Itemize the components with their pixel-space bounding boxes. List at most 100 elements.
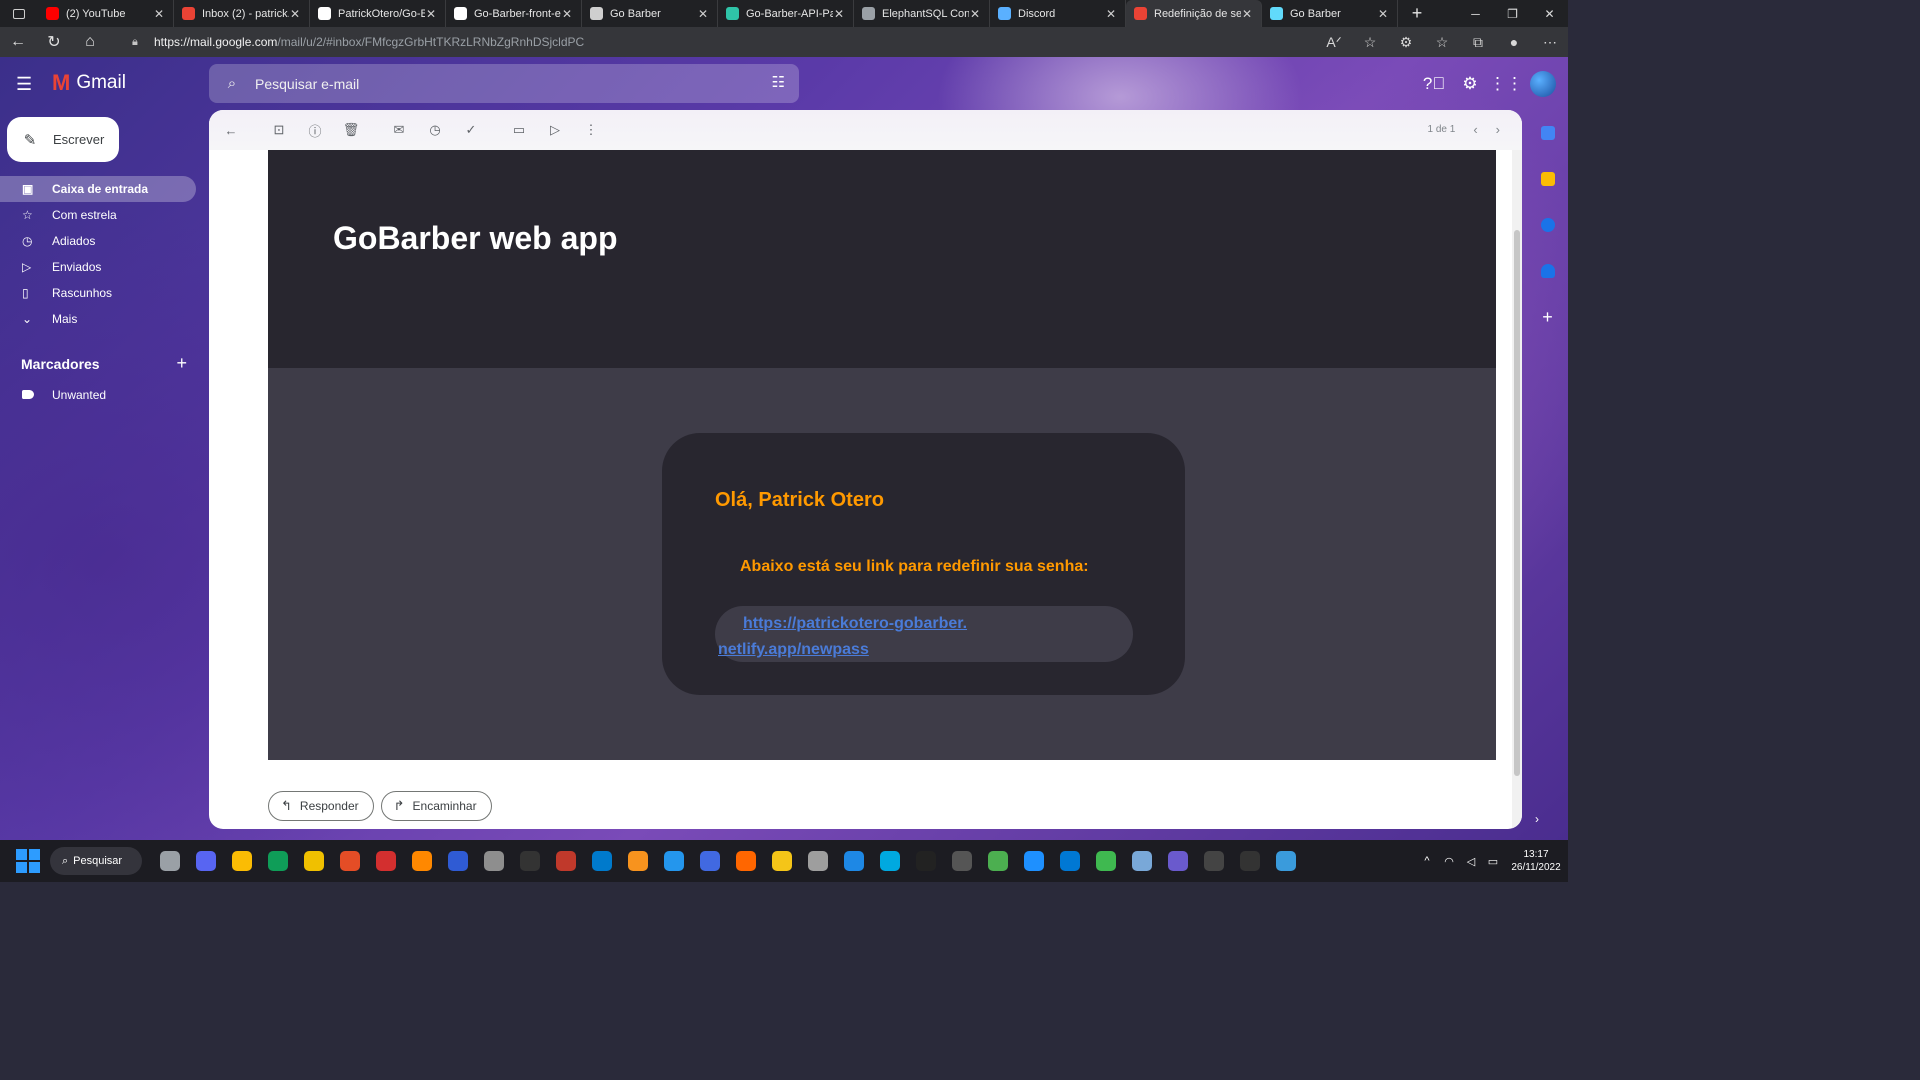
home-icon[interactable]: ⌂ [72,27,108,57]
calendar-icon[interactable] [1527,110,1568,156]
close-tab-icon[interactable]: ✕ [1105,7,1117,21]
delete-icon[interactable]: 🗑︎ [333,115,369,145]
close-tab-icon[interactable]: ✕ [425,7,437,21]
add-task-icon[interactable]: ✓ [453,115,489,145]
forward-button[interactable]: ↱ Encaminhar [380,791,492,821]
close-tab-icon[interactable]: ✕ [697,7,709,21]
reply-button[interactable]: ↰ Responder [268,791,374,821]
url-field[interactable]: 🔒︎ https://mail.google.com/mail/u/2/#inb… [120,30,1370,54]
label-icon[interactable]: ▷ [537,115,573,145]
move-to-icon[interactable]: ▭ [501,115,537,145]
taskbar-app-icon[interactable] [152,843,188,879]
taskbar-app-icon[interactable] [944,843,980,879]
back-to-inbox-icon[interactable]: ← [213,115,249,145]
browser-tab[interactable]: Go-Barber-front-e ✕ [446,0,582,27]
account-avatar[interactable] [1530,71,1556,97]
taskbar-app-icon[interactable] [440,843,476,879]
taskbar-app-icon[interactable] [548,843,584,879]
add-label-icon[interactable]: + [176,353,187,374]
taskbar-app-icon[interactable] [476,843,512,879]
taskbar-app-icon[interactable] [1232,843,1268,879]
restore-icon[interactable]: ❐ [1494,0,1531,27]
close-tab-icon[interactable]: ✕ [1241,7,1253,21]
help-icon[interactable]: ?⃝ [1416,70,1452,98]
browser-tab[interactable]: (2) YouTube ✕ [38,0,174,27]
gmail-logo[interactable]: M Gmail [52,70,126,96]
wifi-icon[interactable]: ◠ [1438,855,1460,868]
browser-tab[interactable]: Inbox (2) - patrick. ✕ [174,0,310,27]
contacts-icon[interactable] [1527,248,1568,294]
taskbar-app-icon[interactable] [1268,843,1304,879]
taskbar-app-icon[interactable] [404,843,440,879]
search-icon[interactable]: ⌕ [209,75,255,92]
taskbar-app-icon[interactable] [260,843,296,879]
taskbar-app-icon[interactable] [764,843,800,879]
main-menu-icon[interactable]: ☰ [16,74,42,94]
taskbar-app-icon[interactable] [1052,843,1088,879]
close-window-icon[interactable]: ✕ [1531,0,1568,27]
sidebar-item[interactable]: ☆ Com estrela [0,202,196,228]
collections-icon[interactable]: ⧉ [1460,27,1496,57]
windows-start-icon[interactable] [16,849,40,873]
new-tab-button[interactable]: + [1404,3,1430,24]
older-icon[interactable]: ‹ [1473,122,1477,137]
archive-icon[interactable]: ⊡ [261,115,297,145]
volume-icon[interactable]: ◁ [1460,855,1482,868]
more-icon[interactable]: ⋯ [1532,27,1568,57]
sidebar-item-unwanted[interactable]: Unwanted [0,385,106,405]
close-tab-icon[interactable]: ✕ [833,7,845,21]
extensions-icon[interactable]: ⚙ [1388,27,1424,57]
tasks-icon[interactable] [1527,202,1568,248]
browser-tab[interactable]: Discord ✕ [990,0,1126,27]
clock[interactable]: 13:17 26/11/2022 [1504,848,1568,874]
taskbar-app-icon[interactable] [1016,843,1052,879]
read-aloud-icon[interactable]: Aᐟ [1316,27,1352,57]
browser-tab[interactable]: PatrickOtero/Go-B ✕ [310,0,446,27]
compose-button[interactable]: ✎ Escrever [7,117,119,162]
taskbar-app-icon[interactable] [512,843,548,879]
taskbar-app-icon[interactable] [980,843,1016,879]
show-hidden-icon[interactable]: ^ [1416,855,1438,867]
battery-icon[interactable]: ▭ [1482,855,1504,868]
browser-tab[interactable]: Go-Barber-API-Pat ✕ [718,0,854,27]
taskbar-app-icon[interactable] [1088,843,1124,879]
sidebar-item[interactable]: ▯ Rascunhos [0,280,196,306]
taskbar-app-icon[interactable] [728,843,764,879]
browser-tab[interactable]: Go Barber ✕ [1262,0,1398,27]
taskbar-app-icon[interactable] [1160,843,1196,879]
sidebar-item[interactable]: ⌄ Mais [0,306,196,332]
sidebar-item[interactable]: ▣ Caixa de entrada [0,176,196,202]
apps-grid-icon[interactable]: ⋮⋮ [1488,70,1524,98]
profile-icon[interactable]: ● [1496,27,1532,57]
taskbar-app-icon[interactable] [1196,843,1232,879]
taskbar-app-icon[interactable] [1124,843,1160,879]
search-options-icon[interactable]: ☷ [772,73,785,91]
report-spam-icon[interactable]: ⓘ [297,115,333,145]
taskbar-search[interactable]: ⌕ Pesquisar [50,847,142,875]
browser-tab[interactable]: Go Barber ✕ [582,0,718,27]
back-icon[interactable]: ← [0,27,36,57]
tab-actions-icon[interactable] [0,0,38,27]
search-input[interactable]: Pesquisar e-mail [255,76,359,92]
get-addons-icon[interactable]: + [1527,294,1568,340]
minimize-icon[interactable]: ─ [1457,0,1494,27]
close-tab-icon[interactable]: ✕ [1377,7,1389,21]
taskbar-app-icon[interactable] [332,843,368,879]
reload-icon[interactable]: ↻ [36,27,72,57]
taskbar-app-icon[interactable] [836,843,872,879]
favorite-star-icon[interactable]: ☆ [1352,27,1388,57]
reset-password-link[interactable]: https://patrickotero-gobarber. netlify.a… [715,606,995,663]
close-tab-icon[interactable]: ✕ [561,7,573,21]
taskbar-app-icon[interactable] [692,843,728,879]
keep-icon[interactable] [1527,156,1568,202]
taskbar-app-icon[interactable] [188,843,224,879]
taskbar-app-icon[interactable] [296,843,332,879]
taskbar-app-icon[interactable] [368,843,404,879]
browser-tab[interactable]: ElephantSQL Cons ✕ [854,0,990,27]
taskbar-app-icon[interactable] [800,843,836,879]
more-options-icon[interactable]: ⋮ [573,115,609,145]
taskbar-app-icon[interactable] [656,843,692,879]
taskbar-app-icon[interactable] [872,843,908,879]
taskbar-app-icon[interactable] [620,843,656,879]
favorites-icon[interactable]: ☆ [1424,27,1460,57]
